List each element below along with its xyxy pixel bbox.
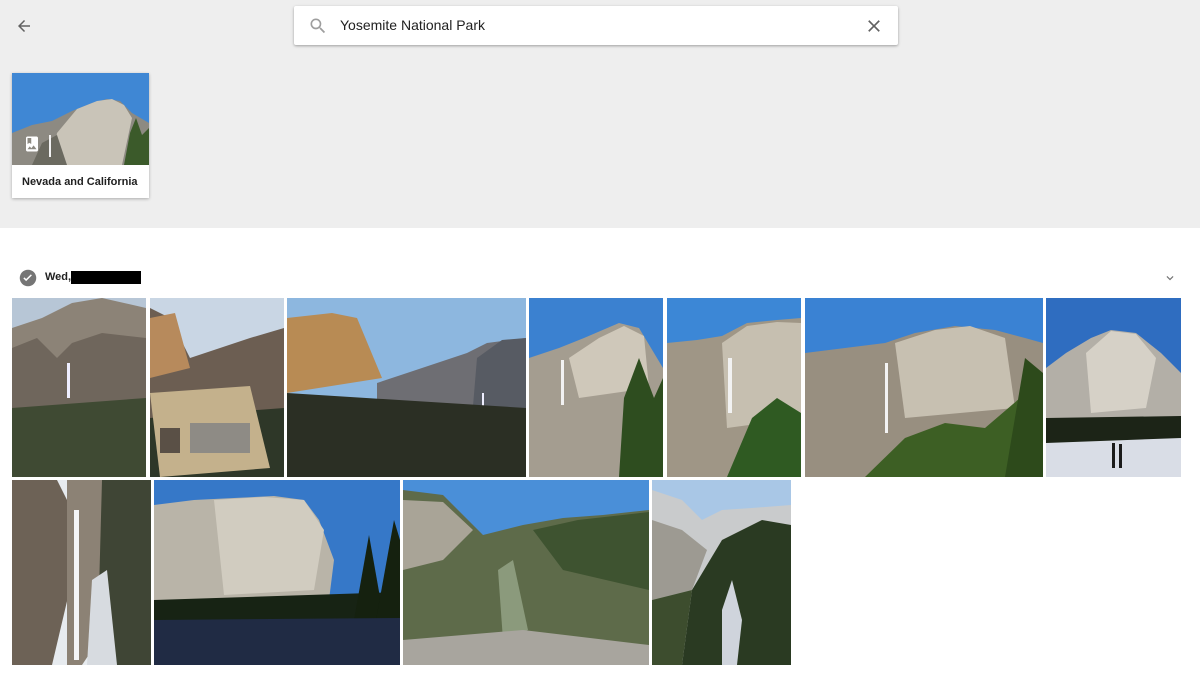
- date-section-header: Wed,: [19, 269, 1181, 287]
- photo-thumbnail[interactable]: [154, 480, 400, 665]
- search-input[interactable]: [340, 14, 840, 36]
- chevron-down-icon[interactable]: [1163, 271, 1177, 285]
- search-bar: [294, 6, 898, 45]
- photo-album-icon: [26, 136, 38, 152]
- photo-thumbnail[interactable]: [529, 298, 663, 477]
- search-header-area: Nevada and California: [0, 0, 1200, 228]
- photo-thumbnail[interactable]: [805, 298, 1043, 477]
- photo-thumbnail[interactable]: [667, 298, 801, 477]
- redacted-date: [71, 271, 141, 284]
- check-circle-icon[interactable]: [19, 269, 37, 287]
- album-card-nevada-and-california[interactable]: Nevada and California: [12, 73, 149, 198]
- photo-thumbnail[interactable]: [12, 480, 151, 665]
- photo-thumbnail[interactable]: [287, 298, 526, 477]
- arrow-back-icon: [18, 20, 30, 32]
- photo-thumbnail[interactable]: [403, 480, 649, 665]
- photo-thumbnail[interactable]: [150, 298, 284, 477]
- close-icon[interactable]: [864, 16, 884, 36]
- back-button[interactable]: [12, 14, 36, 38]
- search-icon: [310, 18, 326, 34]
- album-title: Nevada and California: [22, 176, 138, 188]
- photo-thumbnail[interactable]: [12, 298, 146, 477]
- photo-thumbnail[interactable]: [652, 480, 791, 665]
- date-label: Wed,: [45, 271, 72, 283]
- album-cover-image: [12, 73, 149, 165]
- photo-thumbnail[interactable]: [1046, 298, 1181, 477]
